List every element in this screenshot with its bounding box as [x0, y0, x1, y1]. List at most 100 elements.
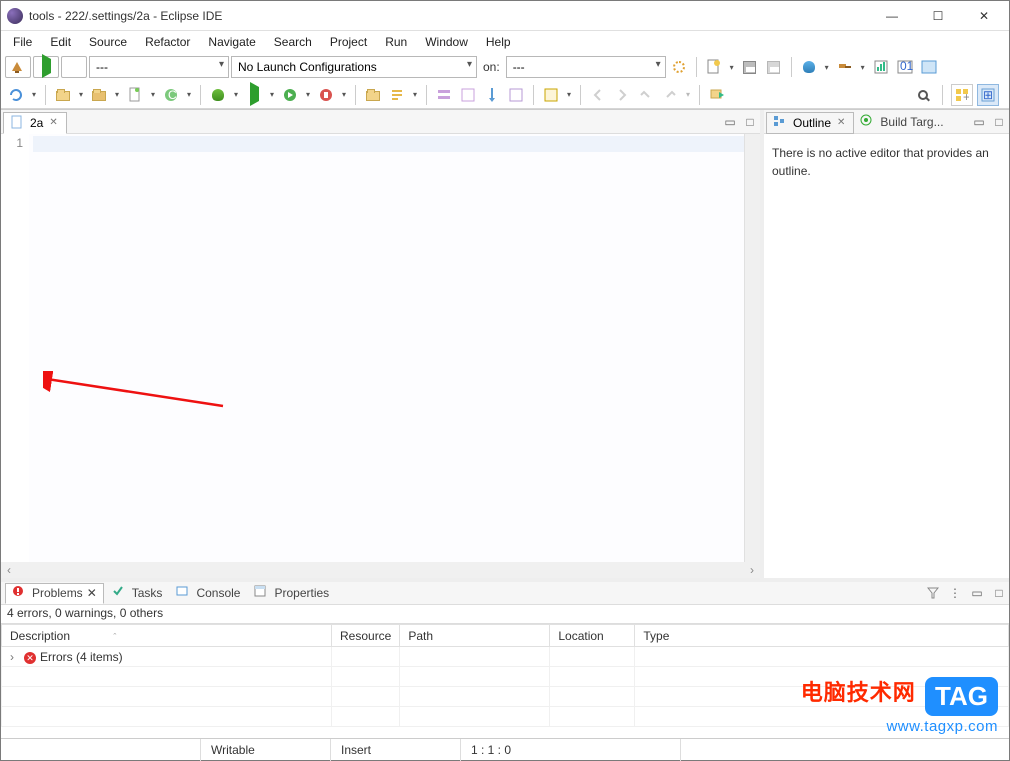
- step-filters-dropdown[interactable]: ▾: [564, 90, 574, 99]
- maximize-button[interactable]: ☐: [915, 1, 961, 31]
- debug-dropdown-button[interactable]: [798, 56, 820, 78]
- stop-button[interactable]: [61, 56, 87, 78]
- menu-help[interactable]: Help: [478, 33, 519, 51]
- col-resource[interactable]: Resource: [332, 625, 400, 647]
- ext-tools-dropdown[interactable]: ▾: [339, 90, 349, 99]
- maximize-view-icon[interactable]: □: [742, 114, 758, 130]
- pin-editor-button[interactable]: [706, 84, 728, 106]
- new-file-dropdown[interactable]: ▾: [148, 90, 158, 99]
- open-perspective-button[interactable]: +: [951, 84, 973, 106]
- pin-button[interactable]: [481, 84, 503, 106]
- close-problems-icon[interactable]: ✕: [87, 586, 97, 600]
- new-class-button[interactable]: C: [160, 84, 182, 106]
- launch-target-combo[interactable]: [506, 56, 666, 78]
- bottom-maximize-icon[interactable]: □: [991, 585, 1007, 601]
- minimize-view-icon[interactable]: ▭: [722, 114, 738, 130]
- restore-button[interactable]: [5, 84, 27, 106]
- debug-button-dropdown[interactable]: ▾: [231, 90, 241, 99]
- new-folder-button[interactable]: [88, 84, 110, 106]
- editor-horizontal-scrollbar[interactable]: ‹ ›: [1, 562, 760, 578]
- toggle-breadcrumb-button[interactable]: [433, 84, 455, 106]
- menu-file[interactable]: File: [5, 33, 40, 51]
- problems-table[interactable]: Description ˆ Resource Path Location Typ…: [1, 623, 1009, 738]
- menu-navigate[interactable]: Navigate: [200, 33, 263, 51]
- outline-tab[interactable]: Outline ✕: [766, 112, 854, 134]
- ext-tools-button[interactable]: [315, 84, 337, 106]
- tab-problems[interactable]: Problems ✕: [5, 583, 104, 604]
- editor-tab-2a[interactable]: 2a ✕: [3, 112, 67, 134]
- run-last-button[interactable]: [243, 84, 265, 106]
- menu-window[interactable]: Window: [417, 33, 476, 51]
- coverage-button[interactable]: [279, 84, 301, 106]
- table-row[interactable]: ›✕Errors (4 items): [2, 647, 1009, 667]
- tab-properties[interactable]: Properties: [248, 583, 335, 604]
- save-all-button[interactable]: [763, 56, 785, 78]
- scroll-left-icon[interactable]: ‹: [1, 563, 17, 577]
- run-last-dropdown[interactable]: ▾: [267, 90, 277, 99]
- editor-body[interactable]: 1: [1, 134, 760, 562]
- new-button[interactable]: [703, 56, 725, 78]
- col-location[interactable]: Location: [550, 625, 635, 647]
- new-dropdown[interactable]: ▾: [727, 63, 737, 72]
- open-task-button[interactable]: [362, 84, 384, 106]
- run-config-combo[interactable]: [89, 56, 229, 78]
- nav-last-edit-button[interactable]: [659, 84, 681, 106]
- cpp-perspective-button[interactable]: ⊞: [977, 84, 999, 106]
- outline-maximize-icon[interactable]: □: [991, 114, 1007, 130]
- col-type[interactable]: Type: [635, 625, 1009, 647]
- minimize-button[interactable]: —: [869, 1, 915, 31]
- outline-icon: [773, 115, 789, 131]
- build-button[interactable]: [5, 56, 31, 78]
- editor-vertical-scrollbar[interactable]: [744, 134, 760, 562]
- close-outline-icon[interactable]: ✕: [835, 117, 847, 128]
- launch-settings-button[interactable]: [668, 56, 690, 78]
- view-menu-icon[interactable]: ⋮: [947, 585, 963, 601]
- save-button[interactable]: [739, 56, 761, 78]
- build-hammer-dropdown[interactable]: ▾: [858, 63, 868, 72]
- run-button[interactable]: [33, 56, 59, 78]
- outline-minimize-icon[interactable]: ▭: [971, 114, 987, 130]
- restore-dropdown[interactable]: ▾: [29, 90, 39, 99]
- menu-run[interactable]: Run: [377, 33, 415, 51]
- menu-project[interactable]: Project: [322, 33, 375, 51]
- new-project-button[interactable]: [52, 84, 74, 106]
- col-path[interactable]: Path: [400, 625, 550, 647]
- toggle-mark-button[interactable]: [457, 84, 479, 106]
- open-type-button[interactable]: [918, 56, 940, 78]
- editor-text-area[interactable]: [29, 134, 744, 562]
- tab-console[interactable]: Console: [170, 583, 246, 604]
- debug-dropdown[interactable]: ▾: [822, 63, 832, 72]
- search-button[interactable]: [386, 84, 408, 106]
- nav-last-edit-dropdown[interactable]: ▾: [683, 90, 693, 99]
- new-class-dropdown[interactable]: ▾: [184, 90, 194, 99]
- tab-tasks[interactable]: Tasks: [106, 583, 169, 604]
- toggle-word-wrap-button[interactable]: [505, 84, 527, 106]
- close-button[interactable]: ✕: [961, 1, 1007, 31]
- menu-refactor[interactable]: Refactor: [137, 33, 198, 51]
- new-project-dropdown[interactable]: ▾: [76, 90, 86, 99]
- nav-forward-button[interactable]: [611, 84, 633, 106]
- profile-button[interactable]: [870, 56, 892, 78]
- filter-icon[interactable]: [925, 585, 941, 601]
- nav-up-button[interactable]: [635, 84, 657, 106]
- coverage-dropdown[interactable]: ▾: [303, 90, 313, 99]
- build-hammer-button[interactable]: [834, 56, 856, 78]
- binary-view-button[interactable]: 010: [894, 56, 916, 78]
- launch-config-combo[interactable]: [231, 56, 477, 78]
- step-filters-button[interactable]: [540, 84, 562, 106]
- scroll-right-icon[interactable]: ›: [744, 563, 760, 577]
- new-folder-dropdown[interactable]: ▾: [112, 90, 122, 99]
- col-description[interactable]: Description ˆ: [2, 625, 332, 647]
- debug-button[interactable]: [207, 84, 229, 106]
- search-dropdown[interactable]: ▾: [410, 90, 420, 99]
- close-tab-icon[interactable]: ✕: [47, 117, 59, 128]
- build-targets-tab[interactable]: Build Targ...: [854, 111, 949, 132]
- menu-edit[interactable]: Edit: [42, 33, 79, 51]
- quick-access-button[interactable]: [912, 84, 934, 106]
- menu-search[interactable]: Search: [266, 33, 320, 51]
- expand-icon[interactable]: ›: [10, 650, 20, 664]
- menu-source[interactable]: Source: [81, 33, 135, 51]
- nav-back-button[interactable]: [587, 84, 609, 106]
- new-file-button[interactable]: [124, 84, 146, 106]
- bottom-minimize-icon[interactable]: ▭: [969, 585, 985, 601]
